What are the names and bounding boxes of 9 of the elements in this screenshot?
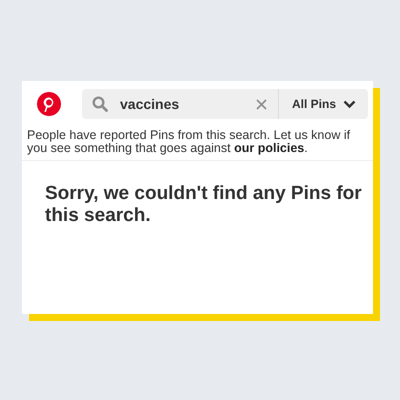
chevron-icon [343,100,356,108]
notice-text: People have reported Pins from this search. Let us know if you see something that goes against our policies. [22,129,373,161]
logo-icon[interactable] [37,92,61,116]
search-query: vaccines [120,96,180,112]
search-icon [92,96,108,112]
empty-message: Sorry, we couldn't find any Pins for this search. [45,183,363,227]
search-field[interactable]: vaccines All Pins [82,89,368,119]
filter-dropdown[interactable]: All Pins [278,89,368,119]
close-icon[interactable] [256,98,267,110]
